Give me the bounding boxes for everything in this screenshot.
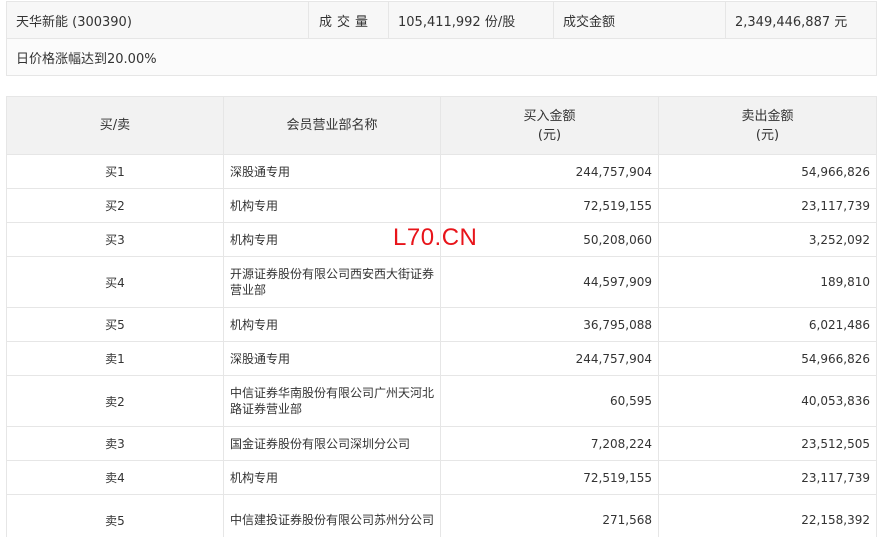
- table-row: 买5 机构专用 36,795,088 6,021,486: [6, 307, 877, 342]
- row-buy-amount: 271,568: [440, 494, 659, 537]
- row-side: 卖3: [6, 426, 224, 461]
- header-buy-line1: 买入金额: [523, 108, 576, 124]
- header-sell-line2: (元): [755, 127, 780, 143]
- row-side: 买1: [6, 154, 224, 189]
- stock-name-code: 天华新能 (300390): [6, 1, 309, 39]
- volume-label: 成交量: [308, 1, 389, 39]
- listing-reason: 日价格涨幅达到20.00%: [6, 38, 877, 76]
- row-branch-name: 开源证券股份有限公司西安西大街证券营业部: [223, 256, 441, 308]
- row-branch-name: 中信建投证券股份有限公司苏州分公司: [223, 494, 441, 537]
- row-side: 买2: [6, 188, 224, 223]
- amount-label: 成交金额: [553, 1, 726, 39]
- row-buy-amount: 44,597,909: [440, 256, 659, 308]
- summary-row: 天华新能 (300390) 成交量 105,411,992 份/股 成交金额 2…: [6, 1, 877, 39]
- table-row: 卖2 中信证券华南股份有限公司广州天河北路证券营业部 60,595 40,053,83…: [6, 375, 877, 427]
- row-branch-name: 国金证券股份有限公司深圳分公司: [223, 426, 441, 461]
- table-row: 买4 开源证券股份有限公司西安西大街证券营业部 44,597,909 189,810: [6, 256, 877, 308]
- row-buy-amount: 72,519,155: [440, 460, 659, 495]
- header-buy-line2: (元): [537, 127, 562, 143]
- header-sell-line1: 卖出金额: [741, 108, 794, 124]
- amount-value: 2,349,446,887 元: [725, 1, 877, 39]
- table-row: 卖3 国金证券股份有限公司深圳分公司 7,208,224 23,512,505: [6, 426, 877, 461]
- row-side: 买3: [6, 222, 224, 257]
- row-buy-amount: 60,595: [440, 375, 659, 427]
- row-side: 买4: [6, 256, 224, 308]
- reason-row: 日价格涨幅达到20.00%: [6, 38, 877, 76]
- volume-value: 105,411,992 份/股: [388, 1, 554, 39]
- row-sell-amount: 23,117,739: [658, 460, 877, 495]
- row-branch-name: 深股通专用: [223, 154, 441, 189]
- row-buy-amount: 244,757,904: [440, 341, 659, 376]
- header-sell-amount: 卖出金额 (元): [658, 96, 877, 155]
- row-sell-amount: 22,158,392: [658, 494, 877, 537]
- row-buy-amount: 244,757,904: [440, 154, 659, 189]
- table-header-row: 买/卖 会员营业部名称 买入金额 (元) 卖出金额 (元): [6, 96, 877, 155]
- table-row: 买1 深股通专用 244,757,904 54,966,826: [6, 154, 877, 189]
- row-side: 买5: [6, 307, 224, 342]
- row-side: 卖4: [6, 460, 224, 495]
- row-sell-amount: 23,512,505: [658, 426, 877, 461]
- row-sell-amount: 3,252,092: [658, 222, 877, 257]
- row-branch-name: 机构专用: [223, 307, 441, 342]
- row-buy-amount: 36,795,088: [440, 307, 659, 342]
- row-side: 卖5: [6, 494, 224, 537]
- watermark-text: L70.CN: [393, 224, 478, 251]
- row-buy-amount: 72,519,155: [440, 188, 659, 223]
- row-buy-amount: 7,208,224: [440, 426, 659, 461]
- table-row: 卖1 深股通专用 244,757,904 54,966,826: [6, 341, 877, 376]
- header-branch: 会员营业部名称: [223, 96, 441, 155]
- row-sell-amount: 23,117,739: [658, 188, 877, 223]
- row-sell-amount: 40,053,836: [658, 375, 877, 427]
- row-branch-name: 深股通专用: [223, 341, 441, 376]
- stock-summary-table: 天华新能 (300390) 成交量 105,411,992 份/股 成交金额 2…: [6, 1, 877, 76]
- row-sell-amount: 54,966,826: [658, 341, 877, 376]
- row-side: 卖1: [6, 341, 224, 376]
- table-row: 卖4 机构专用 72,519,155 23,117,739: [6, 460, 877, 495]
- row-side: 卖2: [6, 375, 224, 427]
- page: 天华新能 (300390) 成交量 105,411,992 份/股 成交金额 2…: [0, 0, 879, 537]
- row-branch-name: 机构专用: [223, 188, 441, 223]
- row-sell-amount: 54,966,826: [658, 154, 877, 189]
- trading-seats-table: 买/卖 会员营业部名称 买入金额 (元) 卖出金额 (元) 买1 深股通专用 244…: [6, 96, 877, 537]
- row-branch-name: 中信证券华南股份有限公司广州天河北路证券营业部: [223, 375, 441, 427]
- row-branch-name: 机构专用: [223, 460, 441, 495]
- row-sell-amount: 189,810: [658, 256, 877, 308]
- table-row: 卖5 中信建投证券股份有限公司苏州分公司 271,568 22,158,392: [6, 494, 877, 537]
- row-sell-amount: 6,021,486: [658, 307, 877, 342]
- table-row: 买2 机构专用 72,519,155 23,117,739: [6, 188, 877, 223]
- header-buy-amount: 买入金额 (元): [440, 96, 659, 155]
- header-side: 买/卖: [6, 96, 224, 155]
